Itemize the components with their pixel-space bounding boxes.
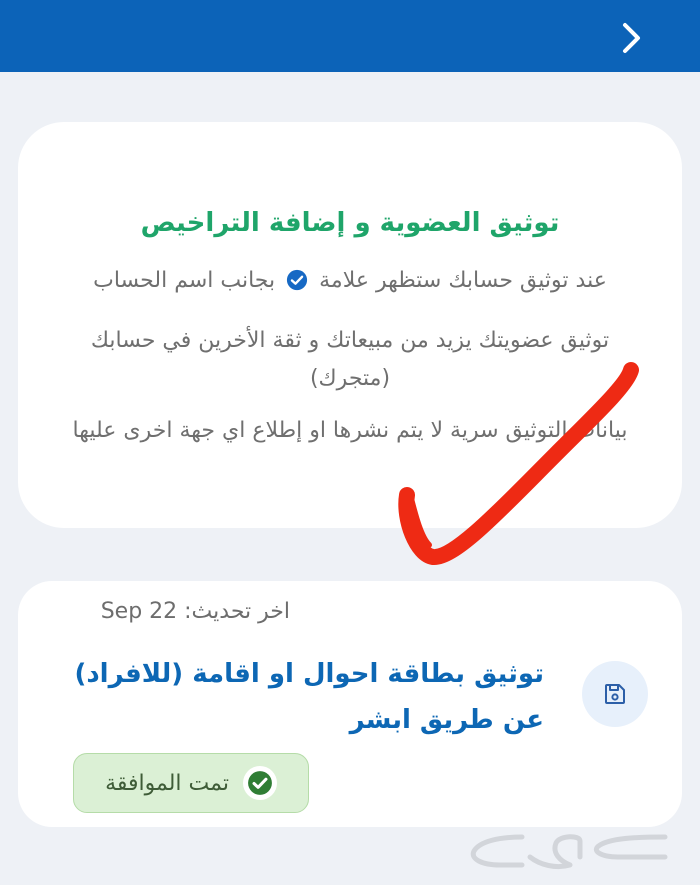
info-line1-end: بجانب اسم الحساب: [93, 268, 276, 293]
chevron-right-icon: [623, 23, 640, 53]
top-app-bar: [0, 0, 700, 72]
verification-info-card: توثيق العضوية و إضافة التراخيص عند توثيق…: [18, 122, 682, 528]
approved-status-badge: تمت الموافقة: [73, 753, 309, 813]
save-document-button[interactable]: [582, 661, 648, 727]
haraj-watermark-logo: [470, 834, 668, 870]
last-updated-text: اخر تحديث: Sep 22: [100, 599, 290, 624]
verification-title[interactable]: توثيق بطاقة احوال او اقامة (للافراد) عن …: [64, 651, 544, 743]
status-label: تمت الموافقة: [105, 770, 229, 796]
back-button[interactable]: [614, 20, 650, 56]
check-circle-icon: [242, 766, 277, 800]
info-line-verified-badge: عند توثيق حسابك ستظهر علامة بجانب اسم ال…: [58, 262, 642, 300]
info-card-title: توثيق العضوية و إضافة التراخيص: [140, 208, 560, 238]
info-line1-start: عند توثيق حسابك ستظهر علامة: [319, 268, 607, 293]
id-verification-card[interactable]: اخر تحديث: Sep 22 توثيق بطاقة احوال او ا…: [18, 581, 682, 827]
floppy-disk-icon: [605, 684, 625, 704]
info-line-sales: توثيق عضويتك يزيد من مبيعاتك و ثقة الأخر…: [90, 328, 610, 391]
verified-check-icon: [287, 269, 308, 291]
info-line-privacy: بيانات التوثيق سرية لا يتم نشرها او إطلا…: [72, 418, 628, 443]
